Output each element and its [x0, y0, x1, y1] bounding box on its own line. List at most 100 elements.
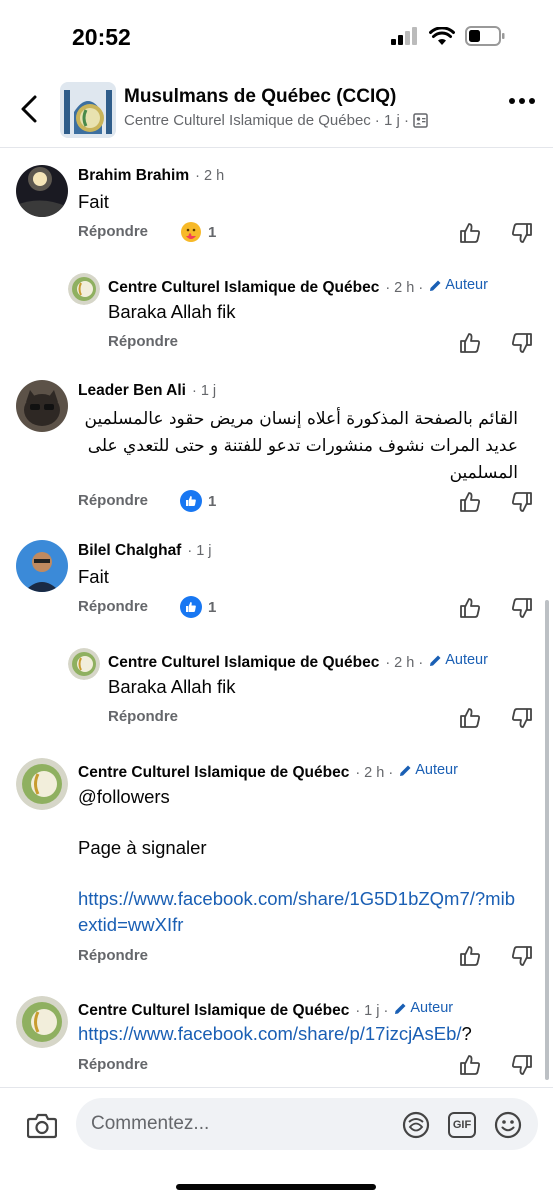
- author-label: Auteur: [445, 652, 488, 668]
- thumbs-down-icon: [512, 708, 532, 728]
- avatar[interactable]: [68, 648, 100, 680]
- cciq-logo-icon: [16, 996, 68, 1048]
- downvote-button[interactable]: [510, 706, 534, 730]
- avatar[interactable]: [16, 758, 68, 810]
- avatar[interactable]: [68, 273, 100, 305]
- reaction-count: 1: [208, 223, 217, 241]
- avatar-sticker-icon: [402, 1111, 430, 1139]
- author-badge: Auteur: [399, 762, 458, 778]
- gif-button[interactable]: GIF: [447, 1110, 477, 1140]
- comment-time: · 1 j: [191, 383, 217, 399]
- reply-button[interactable]: Répondre: [78, 598, 148, 615]
- author-label: Auteur: [445, 277, 488, 293]
- downvote-button[interactable]: [510, 221, 534, 245]
- more-dot-icon: [509, 98, 515, 104]
- author-badge: Auteur: [429, 277, 488, 293]
- like-reaction-icon: [180, 596, 202, 618]
- group-privacy-icon: [413, 113, 428, 128]
- comment-time: · 2 h ·: [355, 764, 394, 781]
- reaction-count: 1: [208, 598, 217, 616]
- comment-author[interactable]: Brahim Brahim: [78, 167, 189, 185]
- thumbs-up-icon: [460, 223, 480, 243]
- page-avatar[interactable]: [60, 82, 116, 138]
- back-button[interactable]: [14, 94, 44, 124]
- reply-button[interactable]: Répondre: [108, 333, 178, 350]
- comment-author[interactable]: Centre Culturel Islamique de Québec: [108, 654, 379, 672]
- avatar[interactable]: [16, 996, 68, 1048]
- thumbs-up-icon: [460, 492, 480, 512]
- reaction-summary[interactable]: 1: [180, 490, 216, 512]
- page-subtitle: Centre Culturel Islamique de Québec · 1 …: [124, 112, 428, 129]
- subtitle-author[interactable]: Centre Culturel Islamique de Québec: [124, 112, 371, 129]
- upvote-button[interactable]: [458, 221, 482, 245]
- avatar[interactable]: [16, 540, 68, 592]
- page-title[interactable]: Musulmans de Québec (CCIQ): [124, 86, 396, 108]
- status-icons: [391, 26, 505, 46]
- mosque-logo-icon: [60, 82, 116, 138]
- vote-buttons: [458, 706, 534, 730]
- comment-author[interactable]: Leader Ben Ali: [78, 382, 186, 400]
- downvote-button[interactable]: [510, 490, 534, 514]
- subtitle-time: · 1 j ·: [374, 112, 409, 129]
- pencil-icon: [395, 1003, 406, 1014]
- comment-text: Baraka Allah fik: [108, 301, 236, 322]
- reply-button[interactable]: Répondre: [78, 223, 148, 240]
- downvote-button[interactable]: [510, 331, 534, 355]
- comment-time: · 2 h ·: [385, 654, 424, 671]
- comment-time: · 2 h ·: [385, 279, 424, 296]
- comment-text: https://www.facebook.com/share/p/17izcjA…: [78, 1021, 472, 1047]
- reply-button[interactable]: Répondre: [78, 1056, 148, 1073]
- avatar-sticker-button[interactable]: [401, 1110, 431, 1140]
- wifi-icon: [429, 26, 455, 45]
- camera-button[interactable]: [24, 1108, 60, 1144]
- like-reaction-icon: [180, 490, 202, 512]
- cciq-logo-icon: [16, 758, 68, 810]
- pencil-icon: [430, 280, 441, 291]
- comment-author[interactable]: Centre Culturel Islamique de Québec: [78, 1002, 349, 1020]
- vote-buttons: [458, 596, 534, 620]
- composer-icons: GIF: [401, 1110, 523, 1140]
- downvote-button[interactable]: [510, 944, 534, 968]
- upvote-button[interactable]: [458, 490, 482, 514]
- home-indicator: [176, 1184, 376, 1190]
- comment-link[interactable]: https://www.facebook.com/share/1G5D1bZQm…: [78, 886, 518, 938]
- upvote-button[interactable]: [458, 596, 482, 620]
- upvote-button[interactable]: [458, 331, 482, 355]
- downvote-button[interactable]: [510, 1053, 534, 1077]
- vote-buttons: [458, 944, 534, 968]
- chevron-left-icon: [21, 95, 37, 123]
- comment-author[interactable]: Centre Culturel Islamique de Québec: [108, 279, 379, 297]
- upvote-button[interactable]: [458, 944, 482, 968]
- upvote-button[interactable]: [458, 706, 482, 730]
- emoji-button[interactable]: [493, 1110, 523, 1140]
- comment-time: · 1 j ·: [355, 1002, 389, 1019]
- comment-author[interactable]: Bilel Chalghaf: [78, 542, 181, 560]
- comment-text: Fait: [78, 191, 109, 212]
- reply-button[interactable]: Répondre: [108, 708, 178, 725]
- downvote-button[interactable]: [510, 596, 534, 620]
- reply-button[interactable]: Répondre: [78, 492, 148, 509]
- avatar[interactable]: [16, 165, 68, 217]
- battery-icon: [465, 26, 505, 46]
- status-time: 20:52: [72, 24, 131, 50]
- avatar[interactable]: [16, 380, 68, 432]
- upvote-button[interactable]: [458, 1053, 482, 1077]
- thumbs-up-icon: [460, 333, 480, 353]
- thumbs-up-icon: [460, 708, 480, 728]
- thumbs-up-icon: [460, 598, 480, 618]
- reaction-summary[interactable]: 1: [180, 221, 216, 243]
- reaction-summary[interactable]: 1: [180, 596, 216, 618]
- comment-author[interactable]: Centre Culturel Islamique de Québec: [78, 764, 349, 782]
- thumbs-up-icon: [460, 1055, 480, 1075]
- more-options-button[interactable]: [509, 98, 535, 104]
- scrollbar[interactable]: [545, 600, 549, 1080]
- author-label: Auteur: [410, 1000, 454, 1016]
- more-dot-icon: [519, 98, 525, 104]
- reply-button[interactable]: Répondre: [78, 947, 148, 964]
- reaction-count: 1: [208, 492, 217, 510]
- author-label: Auteur: [415, 762, 458, 778]
- emoji-icon: [494, 1111, 522, 1139]
- comment-text: Fait: [78, 566, 109, 587]
- comment-link[interactable]: https://www.facebook.com/share/p/17izcjA…: [78, 1023, 462, 1044]
- author-badge: Auteur: [394, 1000, 453, 1016]
